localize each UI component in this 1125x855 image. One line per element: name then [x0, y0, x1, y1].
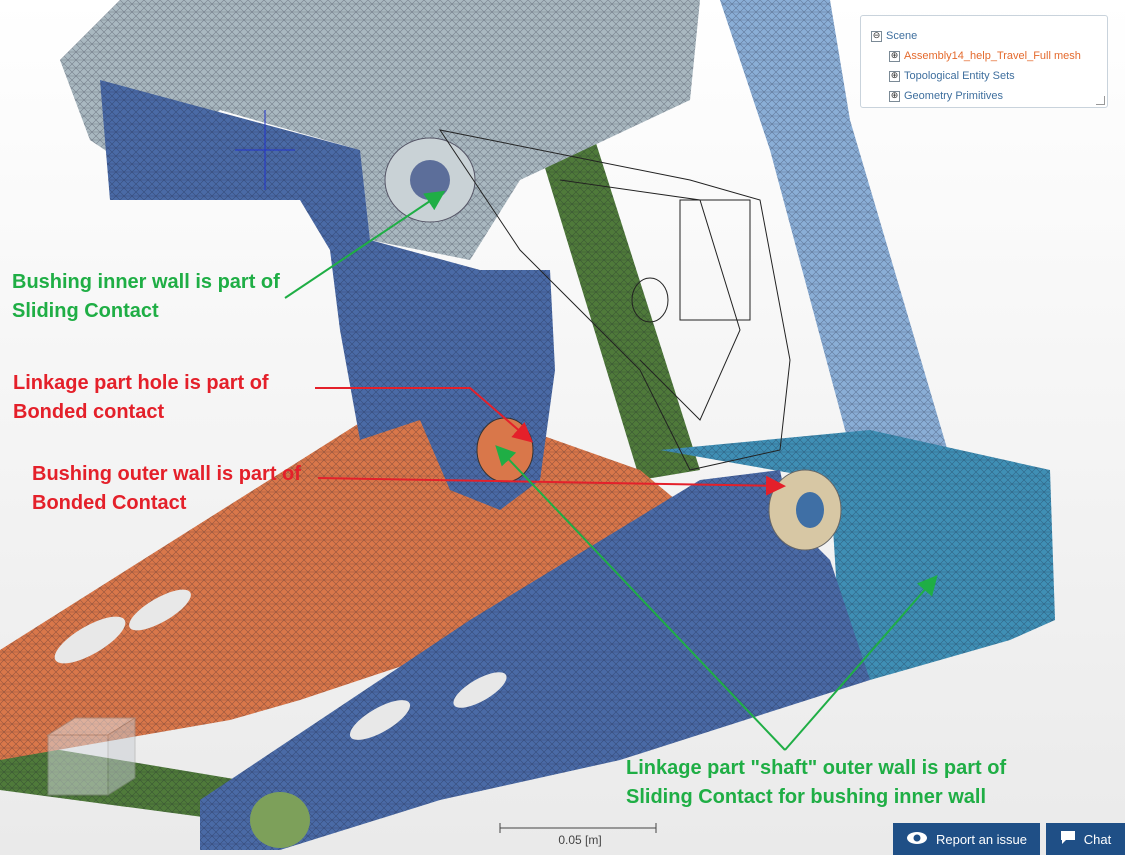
tree-item-assembly[interactable]: ⊕ Assembly14_help_Travel_Full mesh	[871, 46, 1097, 66]
tree-item-topological-sets[interactable]: ⊕ Topological Entity Sets	[871, 66, 1097, 86]
annotation-bushing-inner: Bushing inner wall is part of Sliding Co…	[12, 271, 280, 322]
bushing	[768, 469, 842, 551]
chat-button[interactable]: Chat	[1046, 823, 1125, 855]
report-issue-button[interactable]: Report an issue	[893, 823, 1040, 855]
scale-bar-label: 0.05 [m]	[558, 833, 602, 847]
annotation-linkage-hole: Linkage part hole is part of Bonded cont…	[13, 372, 269, 423]
eye-icon	[906, 831, 928, 848]
scale-bar	[499, 823, 657, 833]
chat-bubble-icon	[1060, 830, 1076, 848]
tree-root-label[interactable]: Scene	[886, 30, 917, 42]
scene-tree-panel[interactable]: ⊖ Scene ⊕ Assembly14_help_Travel_Full me…	[860, 15, 1108, 108]
collapse-icon[interactable]: ⊖	[871, 30, 882, 42]
mesh-model-view[interactable]	[0, 0, 1125, 855]
tree-item-label[interactable]: Geometry Primitives	[904, 90, 1003, 102]
tree-item-label[interactable]: Topological Entity Sets	[904, 70, 1015, 82]
tree-item-label[interactable]: Assembly14_help_Travel_Full mesh	[904, 50, 1081, 62]
expand-icon[interactable]: ⊕	[889, 90, 900, 102]
annotation-linkage-shaft: Linkage part "shaft" outer wall is part …	[626, 757, 1007, 808]
expand-icon[interactable]: ⊕	[889, 50, 900, 62]
chat-label: Chat	[1083, 831, 1112, 847]
tree-item-geometry-primitives[interactable]: ⊕ Geometry Primitives	[871, 86, 1097, 106]
view-cube[interactable]	[46, 717, 137, 796]
3d-viewport[interactable]: Bushing inner wall is part of Sliding Co…	[0, 0, 1125, 855]
annotation-bushing-outer: Bushing outer wall is part of Bonded Con…	[32, 463, 301, 514]
resize-grip-icon[interactable]	[1096, 96, 1105, 105]
expand-icon[interactable]: ⊕	[889, 70, 900, 82]
tree-root-scene[interactable]: ⊖ Scene	[871, 26, 1097, 46]
report-issue-label: Report an issue	[935, 831, 1028, 847]
